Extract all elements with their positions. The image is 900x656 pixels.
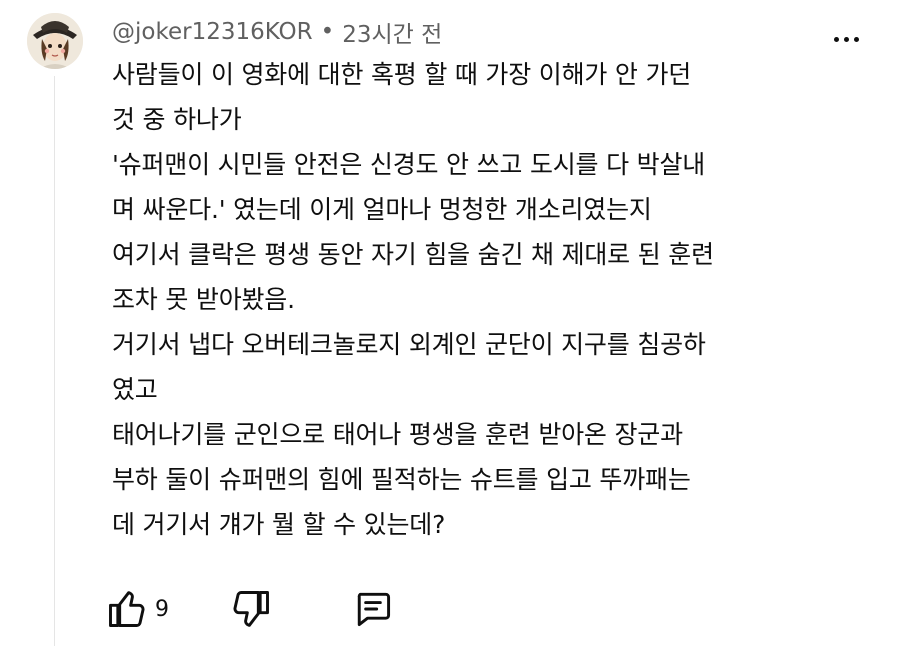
like-count: 9 xyxy=(155,596,169,622)
comment-line: 며 싸운다.' 였는데 이게 얼마나 멍청한 개소리였는지 xyxy=(112,195,652,224)
header-separator: • xyxy=(320,19,335,45)
comment-header: @joker12316KOR • 23시간 전 xyxy=(112,16,442,48)
reply-comment-icon xyxy=(357,592,391,627)
comment-line: 조차 못 받아봤음. xyxy=(112,285,295,314)
comment-line: 것 중 하나가 xyxy=(112,105,242,134)
comment-line: 여기서 클락은 평생 동안 자기 힘을 숨긴 채 제대로 된 훈련 xyxy=(112,240,714,269)
avatar[interactable] xyxy=(27,13,83,69)
comment-line: 거기서 냅다 오버테크놀로지 외계인 군단이 지구를 침공하 xyxy=(112,330,706,359)
dislike-button[interactable] xyxy=(229,587,273,631)
comment-line: 태어나기를 군인으로 태어나 평생을 훈련 받아온 장군과 xyxy=(112,420,683,449)
comment-body: 사람들이 이 영화에 대한 혹평 할 때 가장 이해가 안 가던 것 중 하나가… xyxy=(112,52,852,547)
more-vert-icon-dot xyxy=(843,36,849,42)
like-button[interactable] xyxy=(105,587,149,631)
comment-line: 데 거기서 걔가 뭘 할 수 있는데? xyxy=(112,510,446,539)
thread-line xyxy=(54,76,55,646)
more-vert-icon-dot xyxy=(853,36,859,42)
comment-actions: 9 xyxy=(105,584,395,634)
comment-line: 였고 xyxy=(112,375,158,404)
thumbs-down-icon xyxy=(233,591,269,627)
comment-line: 사람들이 이 영화에 대한 혹평 할 때 가장 이해가 안 가던 xyxy=(112,60,692,89)
comment-line: '슈퍼맨이 시민들 안전은 신경도 안 쓰고 도시를 다 박살내 xyxy=(112,150,706,179)
comment-timestamp[interactable]: 23시간 전 xyxy=(342,15,442,49)
comment-line: 부하 둘이 슈퍼맨의 힘에 필적하는 슈트를 입고 뚜까패는 xyxy=(112,465,691,494)
more-vert-icon xyxy=(833,36,839,42)
more-options-button[interactable] xyxy=(826,26,866,52)
thumbs-up-icon xyxy=(109,591,145,627)
reply-button[interactable] xyxy=(351,587,395,631)
comment: @joker12316KOR • 23시간 전 사람들이 이 영화에 대한 혹평… xyxy=(0,0,900,656)
author-name[interactable]: @joker12316KOR xyxy=(112,19,313,45)
avatar-image xyxy=(27,13,83,69)
